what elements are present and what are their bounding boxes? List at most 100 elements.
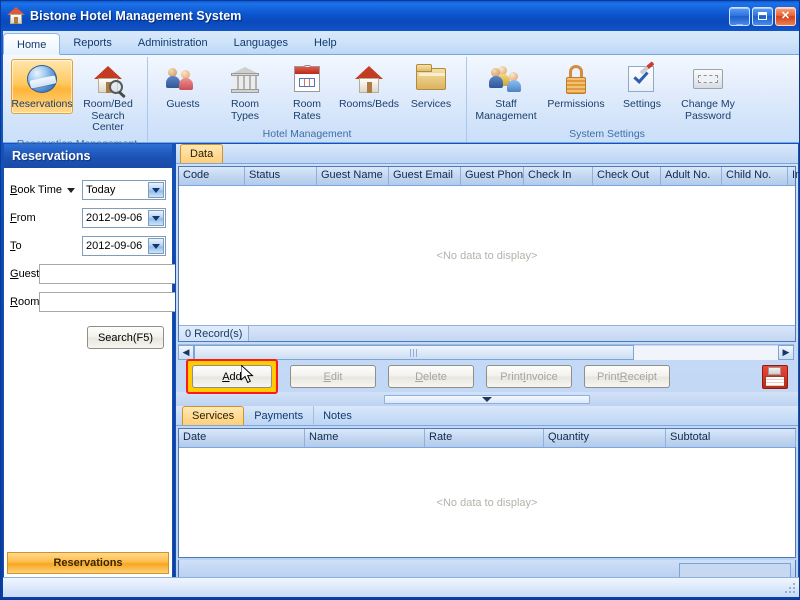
minimize-button[interactable]: _	[729, 7, 750, 26]
from-date-combo[interactable]: 2012-09-06	[82, 208, 166, 228]
menu-item-help[interactable]: Help	[301, 32, 350, 54]
ribbon-button-room-rates[interactable]: Room Rates	[276, 59, 338, 125]
ribbon-button-label: Room	[231, 99, 259, 111]
ribbon-group-reservation-management: Reservations Room/Bed Search Center Rese…	[7, 57, 148, 142]
group-icon	[488, 63, 524, 97]
ribbon-button-change-my-password[interactable]: Change My Password	[673, 59, 743, 125]
sidebar-nav-reservations[interactable]: Reservations	[7, 552, 169, 574]
add-button[interactable]: Add	[192, 365, 272, 388]
ribbon-button-label: Guests	[166, 99, 199, 111]
scroll-right-button[interactable]: ▶	[778, 345, 794, 360]
search-button[interactable]: Search(F5)	[87, 326, 164, 349]
book-time-value: Today	[86, 184, 115, 196]
column-header-guest-name[interactable]: Guest Name	[317, 167, 389, 185]
title-bar: Bistone Hotel Management System _ ✕	[1, 1, 800, 31]
ribbon-button-services[interactable]: Services	[400, 59, 462, 114]
reservations-sidebar: Reservations Book Time Today From 2012-0…	[3, 144, 173, 578]
menu-item-languages[interactable]: Languages	[221, 32, 301, 54]
house-search-icon	[90, 63, 126, 97]
column-header-child-no[interactable]: Child No.	[722, 167, 788, 185]
application-window: Bistone Hotel Management System _ ✕ Home…	[0, 0, 800, 600]
menu-item-reports[interactable]: Reports	[60, 32, 125, 54]
column-header-quantity[interactable]: Quantity	[544, 429, 666, 447]
ribbon-button-label-2: Types	[231, 111, 259, 123]
column-header-check-out[interactable]: Check Out	[593, 167, 661, 185]
column-header-rate[interactable]: Rate	[425, 429, 544, 447]
ribbon-button-label-2: Management	[475, 111, 536, 123]
book-time-label: Book Time	[10, 184, 82, 196]
chevron-down-icon[interactable]	[148, 210, 164, 226]
close-button[interactable]: ✕	[775, 7, 796, 26]
label-pre: Print	[597, 371, 620, 383]
ribbon-button-label-2: Rates	[293, 111, 320, 123]
ribbon-button-label: Change My	[681, 99, 735, 111]
print-invoice-button[interactable]: Print Invoice	[486, 365, 572, 388]
ribbon-group-label: System Settings	[471, 127, 743, 142]
column-header-adult-no[interactable]: Adult No.	[661, 167, 722, 185]
chevron-down-icon[interactable]	[148, 238, 164, 254]
chevron-down-icon[interactable]	[67, 188, 75, 193]
column-header-status[interactable]: Status	[245, 167, 317, 185]
column-header-subtotal[interactable]: Subtotal	[666, 429, 796, 447]
menu-item-administration[interactable]: Administration	[125, 32, 221, 54]
ribbon-button-label: Room	[293, 99, 321, 111]
column-header-name[interactable]: Name	[305, 429, 425, 447]
top-tabstrip: Data	[176, 144, 798, 164]
print-receipt-button[interactable]: Print Receipt	[584, 365, 670, 388]
tab-data[interactable]: Data	[180, 144, 223, 163]
ribbon-button-rooms-beds[interactable]: Rooms/Beds	[338, 59, 400, 114]
tab-payments[interactable]: Payments	[244, 406, 313, 425]
services-grid: Date Name Rate Quantity Subtotal <No dat…	[178, 428, 796, 558]
ribbon-group-system-settings: Staff Management Permissions Settings Ch…	[467, 57, 747, 142]
chevron-down-icon[interactable]	[148, 182, 164, 198]
column-header-date[interactable]: Date	[179, 429, 305, 447]
label-rest: nvoice	[526, 371, 558, 383]
field-row-book-time: Book Time Today	[10, 176, 166, 204]
ribbon-button-guests[interactable]: Guests	[152, 59, 214, 114]
sidebar-footer: Reservations	[4, 552, 172, 577]
resize-grip-icon[interactable]	[783, 581, 797, 595]
tab-notes[interactable]: Notes	[313, 406, 362, 425]
ribbon-button-label: Room/Bed	[83, 99, 133, 111]
horizontal-scrollbar[interactable]: ◀ ▶	[178, 344, 794, 360]
field-row-room: Room	[10, 288, 166, 316]
ribbon-button-room-types[interactable]: Room Types	[214, 59, 276, 125]
column-header-check-in[interactable]: Check In	[524, 167, 593, 185]
menu-item-home[interactable]: Home	[3, 33, 60, 55]
column-header-code[interactable]: Code	[179, 167, 245, 185]
scrollbar-thumb[interactable]	[194, 345, 634, 360]
delete-button[interactable]: Delete	[388, 365, 474, 388]
reservations-grid: Code Status Guest Name Guest Email Guest…	[178, 166, 796, 342]
edit-button[interactable]: Edit	[290, 365, 376, 388]
record-toolbar: Add Edit Delete Print Invoice Print Rece…	[176, 360, 798, 392]
people-icon	[165, 63, 201, 97]
menu-bar: Home Reports Administration Languages He…	[3, 31, 799, 55]
maximize-button[interactable]	[752, 7, 773, 26]
chevron-down-icon[interactable]	[482, 397, 492, 402]
record-count: 0 Record(s)	[179, 326, 249, 341]
label-rest: uest	[19, 268, 40, 280]
book-time-combo[interactable]: Today	[82, 180, 166, 200]
scrollbar-track[interactable]	[634, 345, 778, 360]
splitter-handle[interactable]	[384, 395, 590, 404]
column-header-infant-no[interactable]: Infant No.	[788, 167, 800, 185]
to-date-combo[interactable]: 2012-09-06	[82, 236, 166, 256]
ribbon-button-permissions[interactable]: Permissions	[541, 59, 611, 114]
ribbon-button-settings[interactable]: Settings	[611, 59, 673, 114]
ribbon-button-label-2: Password	[685, 111, 731, 123]
ribbon-button-label: Permissions	[547, 99, 604, 111]
ribbon-button-label: Settings	[623, 99, 661, 111]
ribbon-button-reservations[interactable]: Reservations	[11, 59, 73, 114]
scroll-left-button[interactable]: ◀	[178, 345, 194, 360]
tab-services[interactable]: Services	[182, 406, 244, 425]
column-header-guest-phone[interactable]: Guest Phone	[461, 167, 524, 185]
column-header-guest-email[interactable]: Guest Email	[389, 167, 461, 185]
ribbon-button-staff-management[interactable]: Staff Management	[471, 59, 541, 125]
label-rest: ook Time	[17, 184, 62, 196]
ribbon-button-label: Rooms/Beds	[339, 99, 399, 111]
panel-splitter[interactable]	[176, 392, 798, 406]
accel-letter: G	[10, 268, 19, 280]
ribbon-button-room-bed-search-center[interactable]: Room/Bed Search Center	[73, 59, 143, 137]
app-house-icon	[7, 7, 25, 25]
floppy-disk-icon[interactable]	[762, 365, 788, 389]
